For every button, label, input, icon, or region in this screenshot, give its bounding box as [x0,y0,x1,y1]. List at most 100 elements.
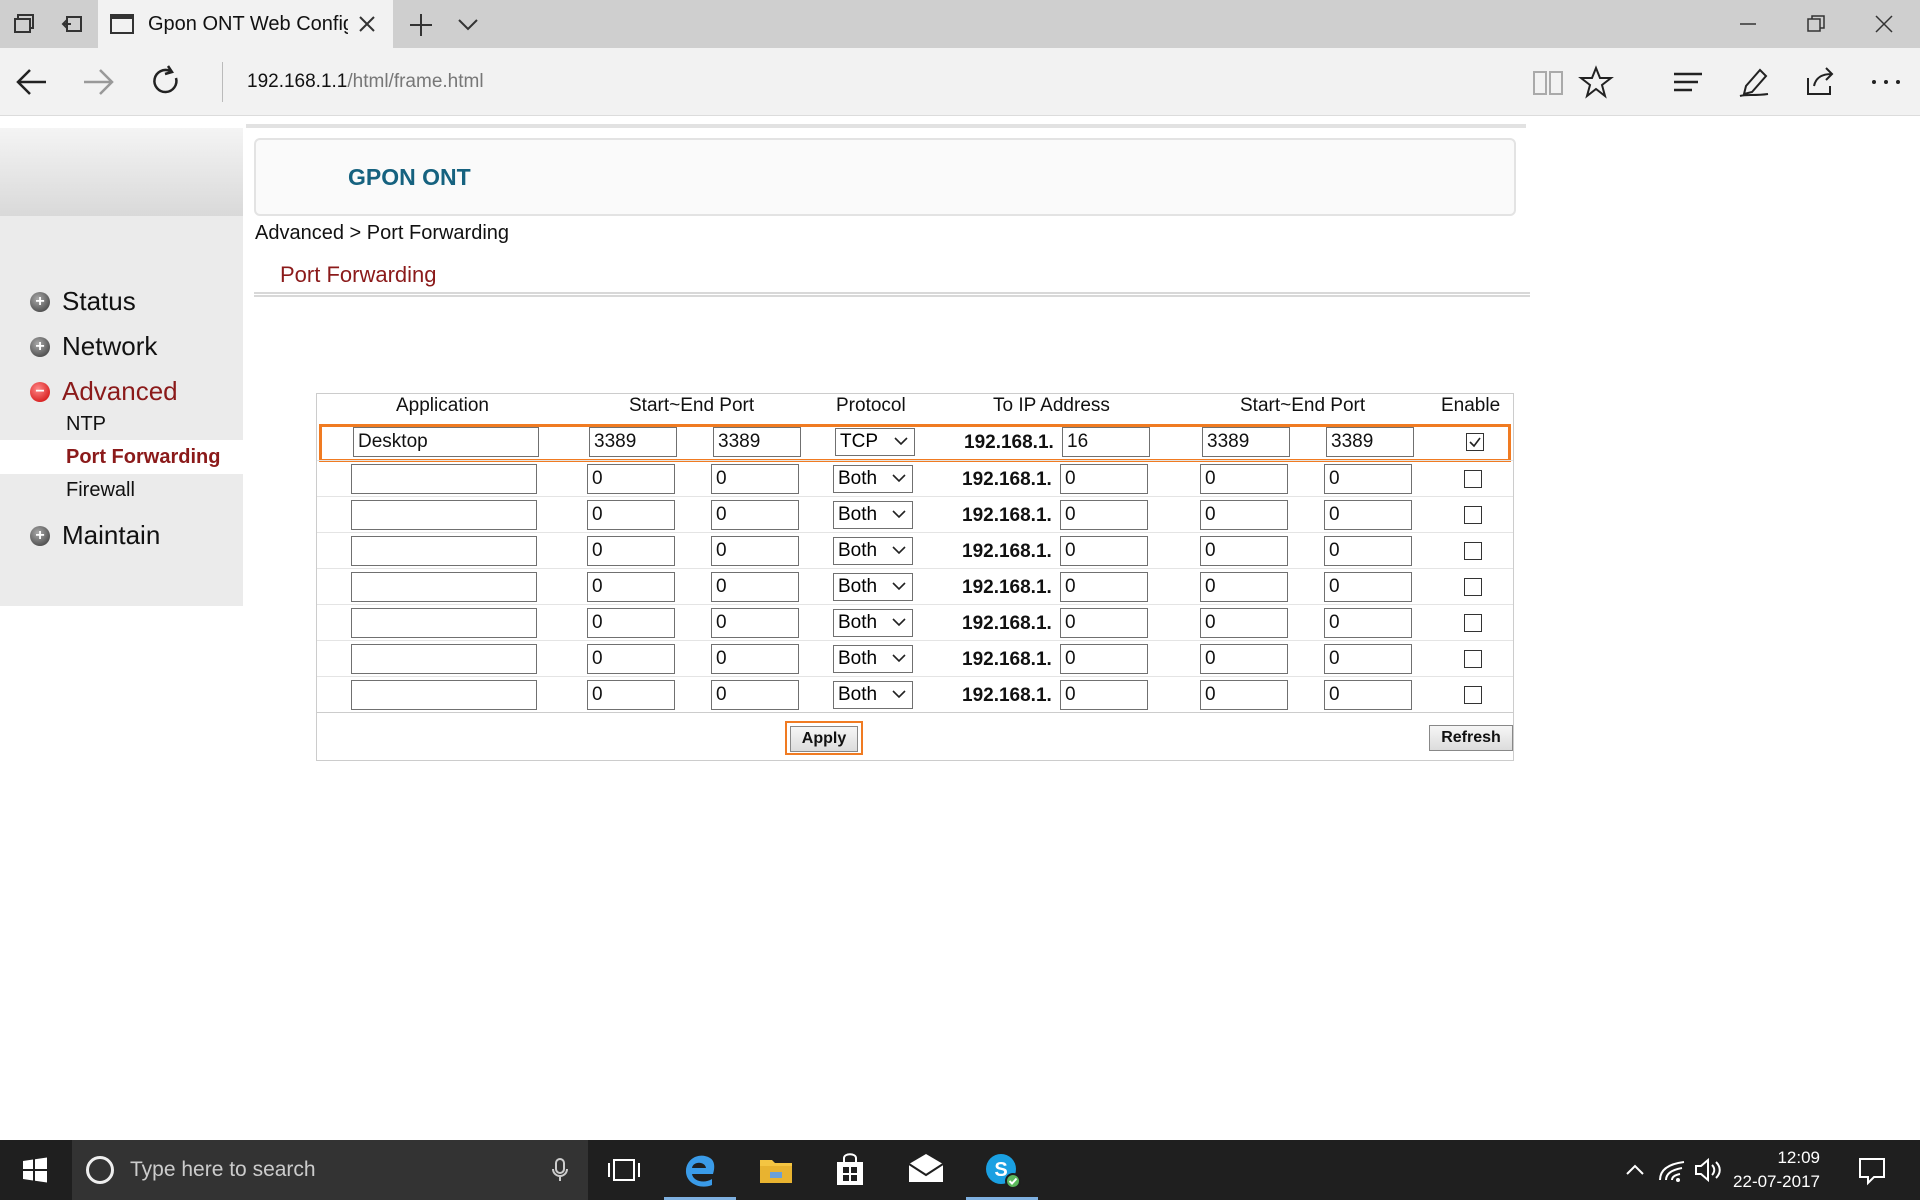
ip-last-octet-input[interactable]: 0 [1060,572,1148,602]
store-icon[interactable] [830,1150,870,1190]
end-port-input[interactable]: 0 [711,500,799,530]
application-input[interactable] [351,500,537,530]
ip-last-octet-input[interactable]: 0 [1060,500,1148,530]
sidebar-subitem-port-forwarding[interactable]: Port Forwarding [0,440,243,474]
application-input[interactable] [351,644,537,674]
mail-icon[interactable] [906,1150,946,1190]
protocol-select[interactable]: Both [833,681,913,709]
dest-end-port-input[interactable]: 3389 [1326,427,1414,457]
dest-start-port-input[interactable]: 0 [1200,536,1288,566]
start-port-input[interactable]: 0 [587,500,675,530]
reading-view-icon[interactable] [1530,64,1566,100]
address-bar[interactable]: 192.168.1.1/html/frame.html [222,62,1502,102]
sidebar-item-status[interactable]: + Status [30,286,136,317]
enable-checkbox[interactable] [1464,614,1482,632]
file-explorer-icon[interactable] [756,1150,796,1190]
enable-checkbox[interactable] [1464,542,1482,560]
enable-checkbox[interactable] [1464,470,1482,488]
enable-checkbox[interactable] [1466,433,1484,451]
notification-center-icon[interactable] [1852,1150,1892,1190]
wifi-icon[interactable] [1656,1150,1688,1190]
end-port-input[interactable]: 0 [711,572,799,602]
refresh-button[interactable]: Refresh [1429,725,1513,751]
dest-start-port-input[interactable]: 0 [1200,464,1288,494]
start-port-input[interactable]: 0 [587,608,675,638]
forward-arrow-icon[interactable] [80,64,116,100]
more-options-icon[interactable] [1868,64,1904,100]
sidebar-subitem-ntp[interactable]: NTP [66,413,106,436]
application-input[interactable] [351,464,537,494]
protocol-select[interactable]: Both [833,465,913,493]
protocol-select[interactable]: TCP [835,428,915,456]
ip-last-octet-input[interactable]: 16 [1062,427,1150,457]
volume-icon[interactable] [1692,1150,1724,1190]
browser-tab[interactable]: Gpon ONT Web Configu [98,0,393,48]
start-port-input[interactable]: 0 [587,536,675,566]
dest-end-port-input[interactable]: 0 [1324,608,1412,638]
restore-icon[interactable] [1804,12,1828,36]
protocol-select[interactable]: Both [833,537,913,565]
end-port-input[interactable]: 0 [711,680,799,710]
protocol-select[interactable]: Both [833,645,913,673]
system-clock[interactable]: 12:09 22-07-2017 [1730,1146,1820,1194]
ip-last-octet-input[interactable]: 0 [1060,464,1148,494]
protocol-select[interactable]: Both [833,609,913,637]
application-input[interactable] [351,536,537,566]
skype-icon[interactable]: S [966,1150,1038,1200]
start-port-input[interactable]: 3389 [589,427,677,457]
start-button[interactable] [0,1140,70,1200]
chevron-down-icon[interactable] [456,14,480,34]
start-port-input[interactable]: 0 [587,464,675,494]
chevron-up-icon[interactable] [1620,1150,1650,1190]
start-port-input[interactable]: 0 [587,572,675,602]
dest-end-port-input[interactable]: 0 [1324,644,1412,674]
minimize-icon[interactable] [1736,12,1760,36]
end-port-input[interactable]: 0 [711,608,799,638]
ip-last-octet-input[interactable]: 0 [1060,536,1148,566]
tab-manager-icon[interactable] [12,12,36,36]
back-arrow-icon[interactable] [14,64,50,100]
end-port-input[interactable]: 3389 [713,427,801,457]
dest-end-port-input[interactable]: 0 [1324,464,1412,494]
start-port-input[interactable]: 0 [587,680,675,710]
dest-start-port-input[interactable]: 0 [1200,500,1288,530]
dest-start-port-input[interactable]: 0 [1200,644,1288,674]
dest-end-port-input[interactable]: 0 [1324,536,1412,566]
dest-start-port-input[interactable]: 0 [1200,572,1288,602]
end-port-input[interactable]: 0 [711,644,799,674]
sidebar-subitem-firewall[interactable]: Firewall [66,479,135,502]
dest-start-port-input[interactable]: 3389 [1202,427,1290,457]
enable-checkbox[interactable] [1464,650,1482,668]
enable-checkbox[interactable] [1464,686,1482,704]
dest-end-port-input[interactable]: 0 [1324,680,1412,710]
start-port-input[interactable]: 0 [587,644,675,674]
microphone-icon[interactable] [552,1158,568,1182]
favorite-star-icon[interactable] [1578,64,1614,100]
close-window-icon[interactable] [1872,12,1896,36]
dest-start-port-input[interactable]: 0 [1200,608,1288,638]
apply-button[interactable]: Apply [790,726,858,752]
close-tab-icon[interactable] [357,14,377,34]
application-input[interactable] [351,680,537,710]
application-input[interactable] [351,608,537,638]
share-icon[interactable] [1802,64,1838,100]
protocol-select[interactable]: Both [833,501,913,529]
ip-last-octet-input[interactable]: 0 [1060,644,1148,674]
taskbar-search[interactable]: Type here to search [72,1140,588,1200]
end-port-input[interactable]: 0 [711,536,799,566]
ip-last-octet-input[interactable]: 0 [1060,608,1148,638]
dest-end-port-input[interactable]: 0 [1324,500,1412,530]
enable-checkbox[interactable] [1464,506,1482,524]
task-view-icon[interactable] [604,1150,644,1190]
protocol-select[interactable]: Both [833,573,913,601]
hub-icon[interactable] [1670,64,1706,100]
enable-checkbox[interactable] [1464,578,1482,596]
new-tab-icon[interactable] [408,12,434,38]
end-port-input[interactable]: 0 [711,464,799,494]
sidebar-item-maintain[interactable]: + Maintain [30,520,160,551]
ip-last-octet-input[interactable]: 0 [1060,680,1148,710]
application-input[interactable] [351,572,537,602]
edge-browser-icon[interactable] [664,1150,736,1200]
application-input[interactable]: Desktop [353,427,539,457]
sidebar-item-advanced[interactable]: − Advanced [30,376,178,407]
